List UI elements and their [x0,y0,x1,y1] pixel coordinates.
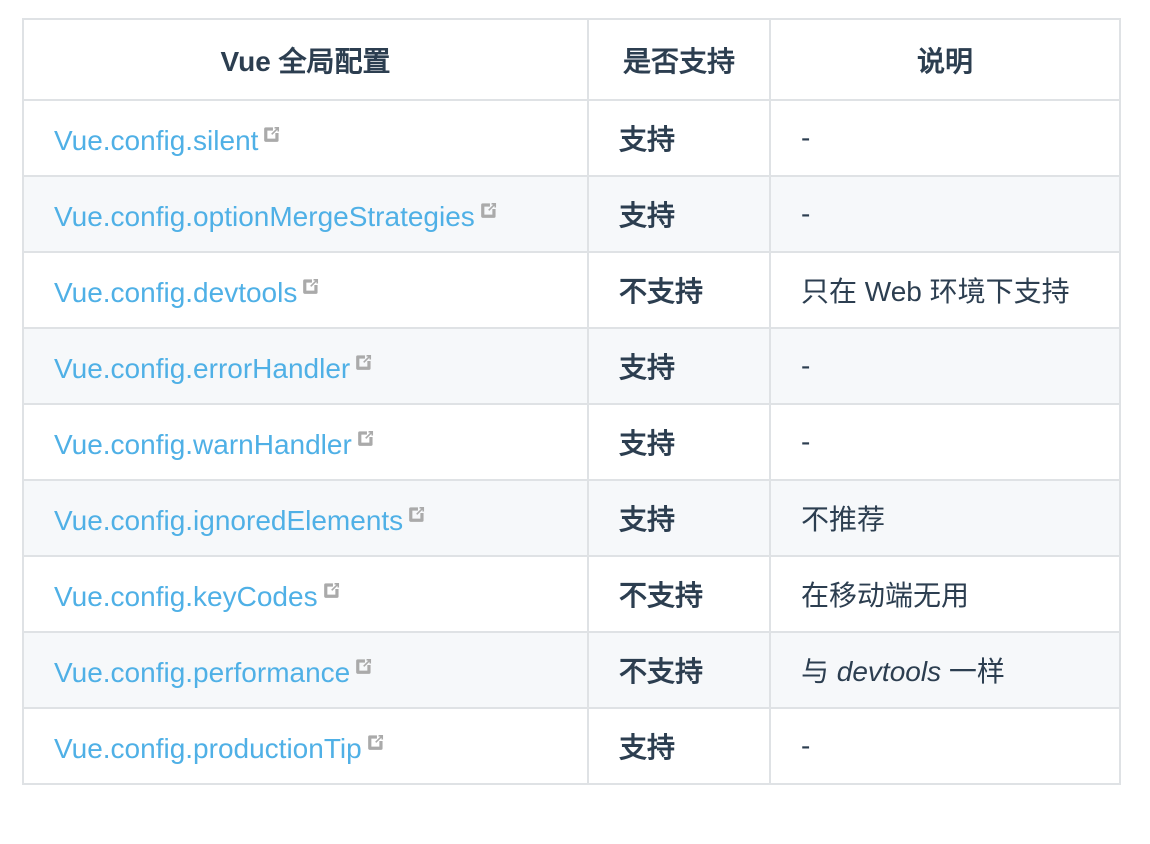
config-link[interactable]: Vue.config.errorHandler [54,353,374,384]
config-link[interactable]: Vue.config.ignoredElements [54,505,427,536]
note-cell: 不推荐 [769,479,1121,557]
note-text: - [801,730,811,761]
header-config: Vue 全局配置 [22,18,589,101]
external-link-icon [301,271,321,294]
config-cell: Vue.config.warnHandler [22,403,589,481]
table-row: Vue.config.devtools 不支持 只在 Web 环境下支持 [22,251,1121,329]
support-cell: 不支持 [587,251,771,329]
note-cell: - [769,707,1121,785]
support-cell: 支持 [587,403,771,481]
note-cell: 在移动端无用 [769,555,1121,633]
header-note: 说明 [769,18,1121,101]
config-cell: Vue.config.errorHandler [22,327,589,405]
config-link[interactable]: Vue.config.devtools [54,277,321,308]
external-link-icon [366,727,386,750]
note-cell: 与 devtools 一样 [769,631,1121,709]
table-row: Vue.config.keyCodes 不支持 在移动端无用 [22,555,1121,633]
table-row: Vue.config.ignoredElements 支持 不推荐 [22,479,1121,557]
note-text: 在移动端无用 [801,580,970,611]
note-text: - [801,198,811,229]
note-text: - [801,122,811,153]
config-link-label: Vue.config.silent [54,125,259,156]
note-cell: 只在 Web 环境下支持 [769,251,1121,329]
note-text: - [801,350,811,381]
table-row: Vue.config.silent 支持 - [22,99,1121,177]
note-text: 不推荐 [801,504,886,535]
note-cell: - [769,99,1121,177]
note-text: - [801,426,811,457]
config-cell: Vue.config.ignoredElements [22,479,589,557]
config-cell: Vue.config.devtools [22,251,589,329]
header-support: 是否支持 [587,18,771,101]
config-link-label: Vue.config.optionMergeStrategies [54,201,475,232]
config-cell: Vue.config.silent [22,99,589,177]
config-link-label: Vue.config.errorHandler [54,353,351,384]
external-link-icon [356,423,376,446]
config-link[interactable]: Vue.config.silent [54,125,282,156]
note-text: 只在 Web 环境下支持 [801,276,1070,307]
config-link-label: Vue.config.devtools [54,277,298,308]
config-link[interactable]: Vue.config.performance [54,657,374,688]
config-cell: Vue.config.productionTip [22,707,589,785]
config-link-label: Vue.config.keyCodes [54,581,318,612]
config-link[interactable]: Vue.config.productionTip [54,733,386,764]
table-row: Vue.config.performance 不支持与 devtools 一样 [22,631,1121,709]
config-link-label: Vue.config.ignoredElements [54,505,404,536]
config-cell: Vue.config.keyCodes [22,555,589,633]
config-link[interactable]: Vue.config.keyCodes [54,581,342,612]
config-cell: Vue.config.performance [22,631,589,709]
support-cell: 支持 [587,175,771,253]
support-cell: 支持 [587,327,771,405]
table-row: Vue.config.warnHandler 支持 - [22,403,1121,481]
note-text-after: 一样 [941,656,1005,687]
config-cell: Vue.config.optionMergeStrategies [22,175,589,253]
table-header-row: Vue 全局配置 是否支持 说明 [22,18,1121,101]
note-text: 与 [801,656,837,687]
external-link-icon [479,195,499,218]
config-link-label: Vue.config.productionTip [54,733,362,764]
support-cell: 支持 [587,99,771,177]
note-cell: - [769,403,1121,481]
support-cell: 支持 [587,479,771,557]
table-row: Vue.config.errorHandler 支持 - [22,327,1121,405]
external-link-icon [354,347,374,370]
support-cell: 不支持 [587,631,771,709]
config-link-label: Vue.config.performance [54,657,351,688]
external-link-icon [407,499,427,522]
table-row: Vue.config.productionTip 支持 - [22,707,1121,785]
support-cell: 支持 [587,707,771,785]
config-link[interactable]: Vue.config.optionMergeStrategies [54,201,499,232]
external-link-icon [354,651,374,674]
external-link-icon [322,575,342,598]
note-cell: - [769,327,1121,405]
table-body: Vue.config.silent 支持 - Vue.config.optionMer… [22,99,1121,785]
config-link[interactable]: Vue.config.warnHandler [54,429,376,460]
note-emphasis: devtools [836,656,942,687]
external-link-icon [262,119,282,142]
note-cell: - [769,175,1121,253]
config-link-label: Vue.config.warnHandler [54,429,352,460]
config-support-table: Vue 全局配置 是否支持 说明 Vue.config.silent 支持 - Vue… [22,18,1121,785]
support-cell: 不支持 [587,555,771,633]
table-row: Vue.config.optionMergeStrategies 支持 - [22,175,1121,253]
